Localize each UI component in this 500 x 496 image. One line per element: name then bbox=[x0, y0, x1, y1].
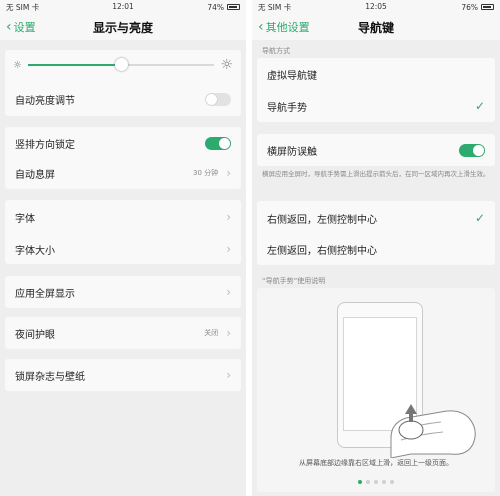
navigation-keys-screen: 无 SIM 卡 12:05 76% ‹ 其他设置 导航键 导航方式 虚拟导航键 … bbox=[252, 0, 500, 496]
page-dot[interactable] bbox=[358, 480, 362, 484]
font-size-row[interactable]: 字体大小 › bbox=[5, 234, 241, 264]
battery-icon bbox=[481, 4, 494, 10]
guide-section-label: “导航手势”使用说明 bbox=[262, 277, 326, 285]
page-title: 显示与亮度 bbox=[92, 20, 153, 35]
fullscreen-row[interactable]: 应用全屏显示 › bbox=[5, 277, 241, 307]
virtual-keys-row[interactable]: 虚拟导航键 bbox=[257, 59, 495, 89]
option-b-label: 左侧返回，右侧控制中心 bbox=[267, 245, 377, 257]
chevron-right-icon: › bbox=[226, 166, 231, 180]
display-brightness-screen: 无 SIM 卡 12:01 74% ‹ 设置 显示与亮度 ☼ ☼ 自动亮度调节 … bbox=[0, 0, 246, 496]
nav-mode-card: 虚拟导航键 导航手势 ✓ bbox=[257, 58, 495, 122]
clock-text: 12:05 bbox=[365, 2, 387, 11]
page-indicator bbox=[257, 480, 495, 484]
chevron-right-icon: › bbox=[226, 285, 231, 299]
font-size-label: 字体大小 bbox=[15, 245, 55, 257]
rotation-lock-label: 竖排方向锁定 bbox=[15, 139, 75, 151]
gesture-row[interactable]: 导航手势 ✓ bbox=[257, 91, 495, 121]
option-a-row[interactable]: 右侧返回，左侧控制中心 ✓ bbox=[257, 203, 495, 233]
chevron-right-icon: › bbox=[226, 326, 231, 340]
night-label: 夜间护眼 bbox=[15, 329, 55, 341]
page-dot[interactable] bbox=[382, 480, 386, 484]
auto-brightness-row[interactable]: 自动亮度调节 bbox=[5, 84, 241, 114]
option-b-row[interactable]: 左侧返回，右侧控制中心 bbox=[257, 234, 495, 264]
rotation-lock-toggle[interactable] bbox=[205, 136, 231, 150]
lockscreen-label: 锁屏杂志与壁纸 bbox=[15, 371, 85, 383]
fullscreen-label: 应用全屏显示 bbox=[15, 288, 75, 300]
font-label: 字体 bbox=[15, 213, 35, 225]
slider-knob[interactable] bbox=[115, 58, 129, 71]
lockscreen-row[interactable]: 锁屏杂志与壁纸 › bbox=[5, 360, 241, 390]
chevron-right-icon: › bbox=[226, 210, 231, 224]
sun-large-icon: ☼ bbox=[220, 57, 233, 73]
auto-sleep-value: 30 分钟 bbox=[193, 169, 219, 177]
gesture-side-card: 右侧返回，左侧控制中心 ✓ 左侧返回，右侧控制中心 bbox=[257, 201, 495, 265]
back-label: 其他设置 bbox=[265, 21, 310, 34]
chevron-right-icon: › bbox=[226, 242, 231, 256]
rotation-lock-row[interactable]: 竖排方向锁定 bbox=[5, 128, 241, 158]
title-bar: ‹ 其他设置 导航键 bbox=[252, 14, 500, 40]
back-label: 设置 bbox=[13, 21, 36, 34]
chevron-left-icon: ‹ bbox=[258, 19, 264, 35]
brightness-card: ☼ ☼ 自动亮度调节 bbox=[5, 50, 241, 116]
guide-caption: 从屏幕底部边缘靠右区域上滑，返回上一级页面。 bbox=[299, 459, 453, 467]
hand-swipe-icon bbox=[390, 404, 476, 458]
rotation-card: 竖排方向锁定 自动息屏 30 分钟 › bbox=[5, 127, 241, 189]
checkmark-icon: ✓ bbox=[474, 99, 485, 113]
gesture-label: 导航手势 bbox=[267, 102, 307, 114]
title-bar: ‹ 设置 显示与亮度 bbox=[0, 14, 246, 40]
chevron-left-icon: ‹ bbox=[6, 19, 12, 35]
auto-sleep-row[interactable]: 自动息屏 30 分钟 › bbox=[5, 158, 241, 188]
sun-small-icon: ☼ bbox=[13, 59, 22, 71]
slider-fill bbox=[27, 64, 122, 66]
section-nav-mode: 导航方式 bbox=[262, 47, 290, 55]
option-a-label: 右侧返回，左侧控制中心 bbox=[267, 214, 377, 226]
chevron-right-icon: › bbox=[226, 368, 231, 382]
anti-mistouch-toggle[interactable] bbox=[459, 143, 485, 157]
auto-sleep-label: 自动息屏 bbox=[15, 169, 55, 181]
brightness-slider[interactable] bbox=[27, 58, 215, 71]
status-bar: 无 SIM 卡 12:05 76% bbox=[252, 0, 500, 14]
auto-brightness-toggle[interactable] bbox=[205, 92, 231, 106]
page-dot[interactable] bbox=[366, 480, 370, 484]
night-card: 夜间护眼 关闭 › bbox=[5, 317, 241, 349]
battery-icon bbox=[227, 4, 240, 10]
anti-mistouch-description: 横屏应用全屏时，导航手势需上滑出提示箭头后，在同一区域内再次上滑生效。 bbox=[262, 170, 490, 178]
virtual-keys-label: 虚拟导航键 bbox=[267, 70, 317, 82]
page-dot[interactable] bbox=[390, 480, 394, 484]
font-card: 字体 › 字体大小 › bbox=[5, 200, 241, 264]
anti-mistouch-row[interactable]: 横屏防误触 bbox=[257, 135, 495, 165]
brightness-slider-row: ☼ ☼ bbox=[5, 50, 241, 80]
auto-brightness-label: 自动亮度调节 bbox=[15, 95, 75, 107]
page-dot[interactable] bbox=[374, 480, 378, 484]
back-button[interactable]: ‹ 设置 bbox=[6, 19, 36, 35]
gesture-guide-panel[interactable]: 从屏幕底部边缘靠右区域上滑，返回上一级页面。 bbox=[257, 288, 495, 492]
anti-mistouch-label: 横屏防误触 bbox=[267, 146, 317, 158]
status-bar: 无 SIM 卡 12:01 74% bbox=[0, 0, 246, 14]
night-row[interactable]: 夜间护眼 关闭 › bbox=[5, 318, 241, 348]
lockscreen-card: 锁屏杂志与壁纸 › bbox=[5, 359, 241, 391]
font-row[interactable]: 字体 › bbox=[5, 202, 241, 232]
fullscreen-card: 应用全屏显示 › bbox=[5, 276, 241, 308]
checkmark-icon: ✓ bbox=[474, 211, 485, 225]
anti-mistouch-card: 横屏防误触 bbox=[257, 134, 495, 166]
back-button[interactable]: ‹ 其他设置 bbox=[258, 19, 310, 35]
night-value: 关闭 bbox=[204, 329, 219, 337]
clock-text: 12:01 bbox=[112, 2, 134, 11]
